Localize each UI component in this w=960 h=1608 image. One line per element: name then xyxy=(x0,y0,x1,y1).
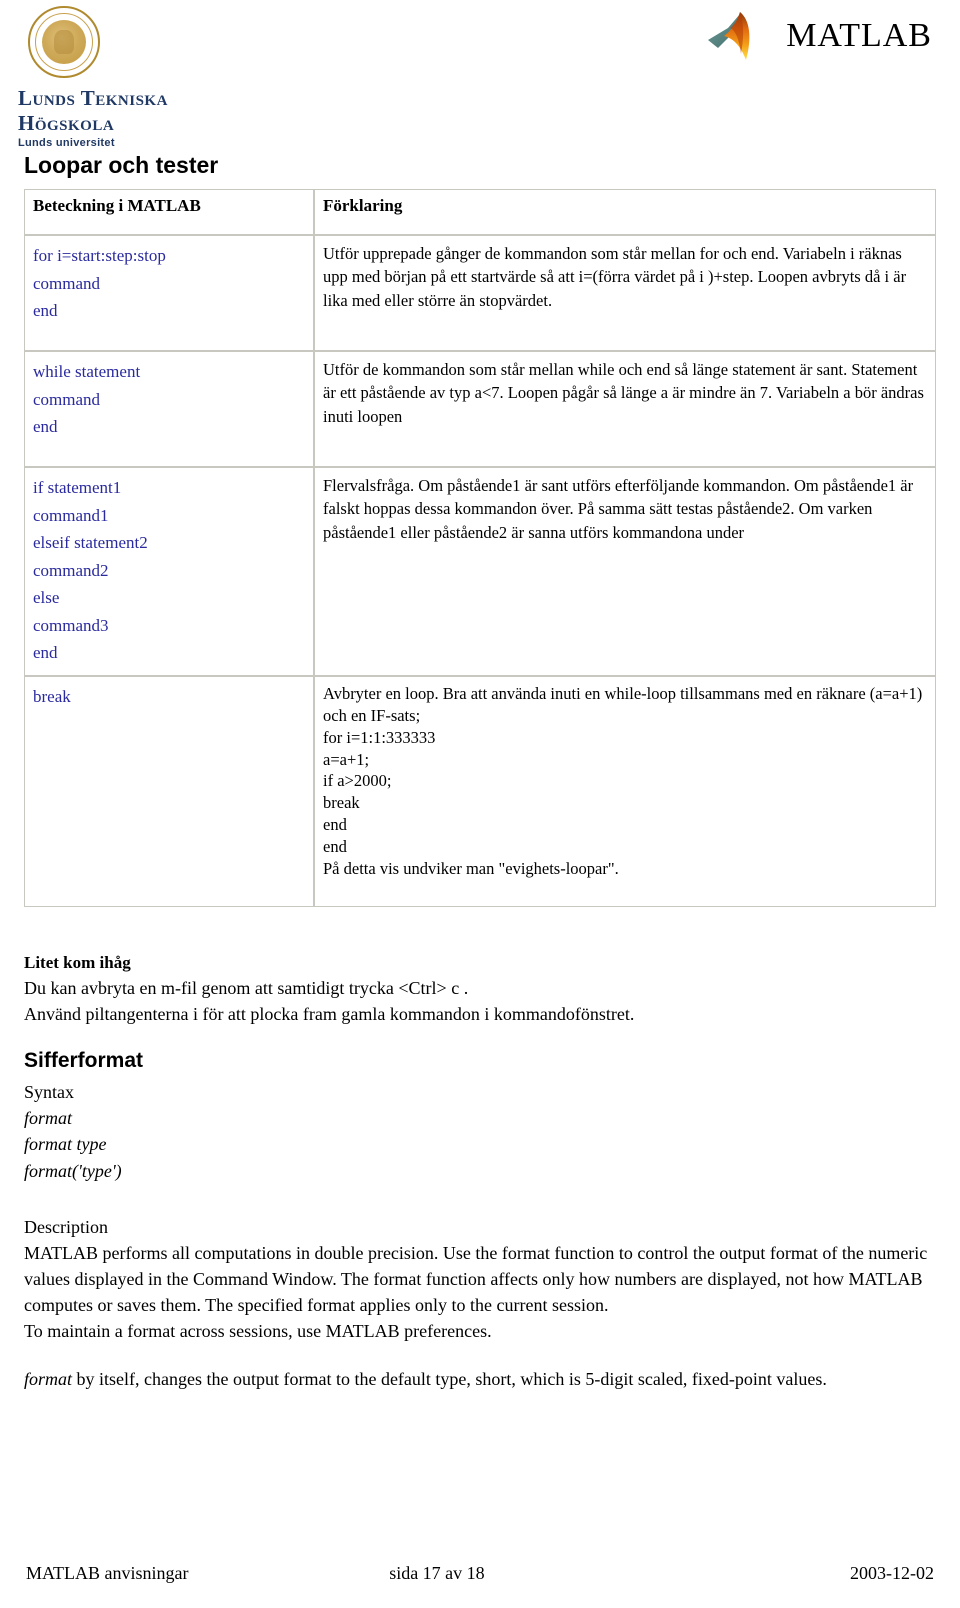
page-title: Loopar och tester xyxy=(24,152,219,178)
desc-cell-break: Avbryter en loop. Bra att använda inuti … xyxy=(314,675,936,907)
desc-cell-if: Flervalsfråga. Om påstående1 är sant utf… xyxy=(314,467,936,676)
syntax-form-2: format type xyxy=(24,1134,107,1155)
number-format-title: Sifferformat xyxy=(24,1048,144,1072)
code-cell-if: if statement1 command1 elseif statement2… xyxy=(24,467,314,676)
lund-university-seal-icon xyxy=(28,6,100,78)
matlab-membrane-icon xyxy=(708,12,750,60)
description-block: Description MATLAB performs all computat… xyxy=(24,1214,936,1344)
remember-note-title: Litet kom ihåg xyxy=(24,952,131,972)
table-row: break Avbryter en loop. Bra att använda … xyxy=(24,675,936,907)
page-footer: MATLAB anvisningar sida 17 av 18 2003-12… xyxy=(0,1563,960,1584)
syntax-form-1: format xyxy=(24,1107,73,1128)
table-header-row: Beteckning i MATLAB Förklaring xyxy=(24,189,936,235)
university-name: Lunds Tekniska Högskola xyxy=(18,86,168,135)
footer-document-title: MATLAB anvisningar xyxy=(26,1563,189,1583)
remember-note-line-1: Du kan avbryta en m-fil genom att samtid… xyxy=(24,977,469,998)
university-logo: Lunds Tekniska Högskola Lunds universite… xyxy=(18,6,258,149)
column-header-notation: Beteckning i MATLAB xyxy=(24,189,314,235)
code-cell-break: break xyxy=(24,675,314,907)
desc-cell-for: Utför upprepade gånger de kommandon som … xyxy=(314,235,936,351)
remember-note: Litet kom ihåg Du kan avbryta en m-fil g… xyxy=(24,951,936,1027)
description-paragraph: MATLAB performs all computations in doub… xyxy=(24,1242,928,1316)
description-heading: Description xyxy=(24,1216,108,1237)
format-keyword: format xyxy=(24,1369,73,1390)
format-default-text: by itself, changes the output format to … xyxy=(72,1369,827,1390)
matlab-branding: MATLAB xyxy=(706,8,932,64)
syntax-block: Syntax format format type format('type') xyxy=(24,1079,936,1184)
desc-cell-while: Utför de kommandon som står mellan while… xyxy=(314,351,936,467)
university-subname: Lunds universitet xyxy=(18,137,115,149)
remember-note-line-2: Använd piltangenterna i för att plocka f… xyxy=(24,1003,635,1024)
syntax-label: Syntax xyxy=(24,1081,75,1102)
footer-page-number: sida 17 av 18 xyxy=(389,1563,485,1583)
page-header: Lunds Tekniska Högskola Lunds universite… xyxy=(0,0,960,149)
matlab-wordmark: MATLAB xyxy=(786,17,932,54)
table-row: while statement command end Utför de kom… xyxy=(24,351,936,467)
format-default-note: format by itself, changes the output for… xyxy=(24,1366,936,1392)
column-header-explanation: Förklaring xyxy=(314,189,936,235)
page-body: Loopar och tester Beteckning i MATLAB Fö… xyxy=(0,152,960,1392)
loops-and-tests-table: Beteckning i MATLAB Förklaring for i=sta… xyxy=(24,189,936,907)
table-row: if statement1 command1 elseif statement2… xyxy=(24,467,936,676)
syntax-form-3: format('type') xyxy=(24,1160,122,1181)
code-cell-for: for i=start:step:stop command end xyxy=(24,235,314,351)
description-paragraph-2: To maintain a format across sessions, us… xyxy=(24,1321,492,1342)
table-row: for i=start:step:stop command end Utför … xyxy=(24,235,936,351)
code-cell-while: while statement command end xyxy=(24,351,314,467)
footer-date: 2003-12-02 xyxy=(850,1563,934,1583)
